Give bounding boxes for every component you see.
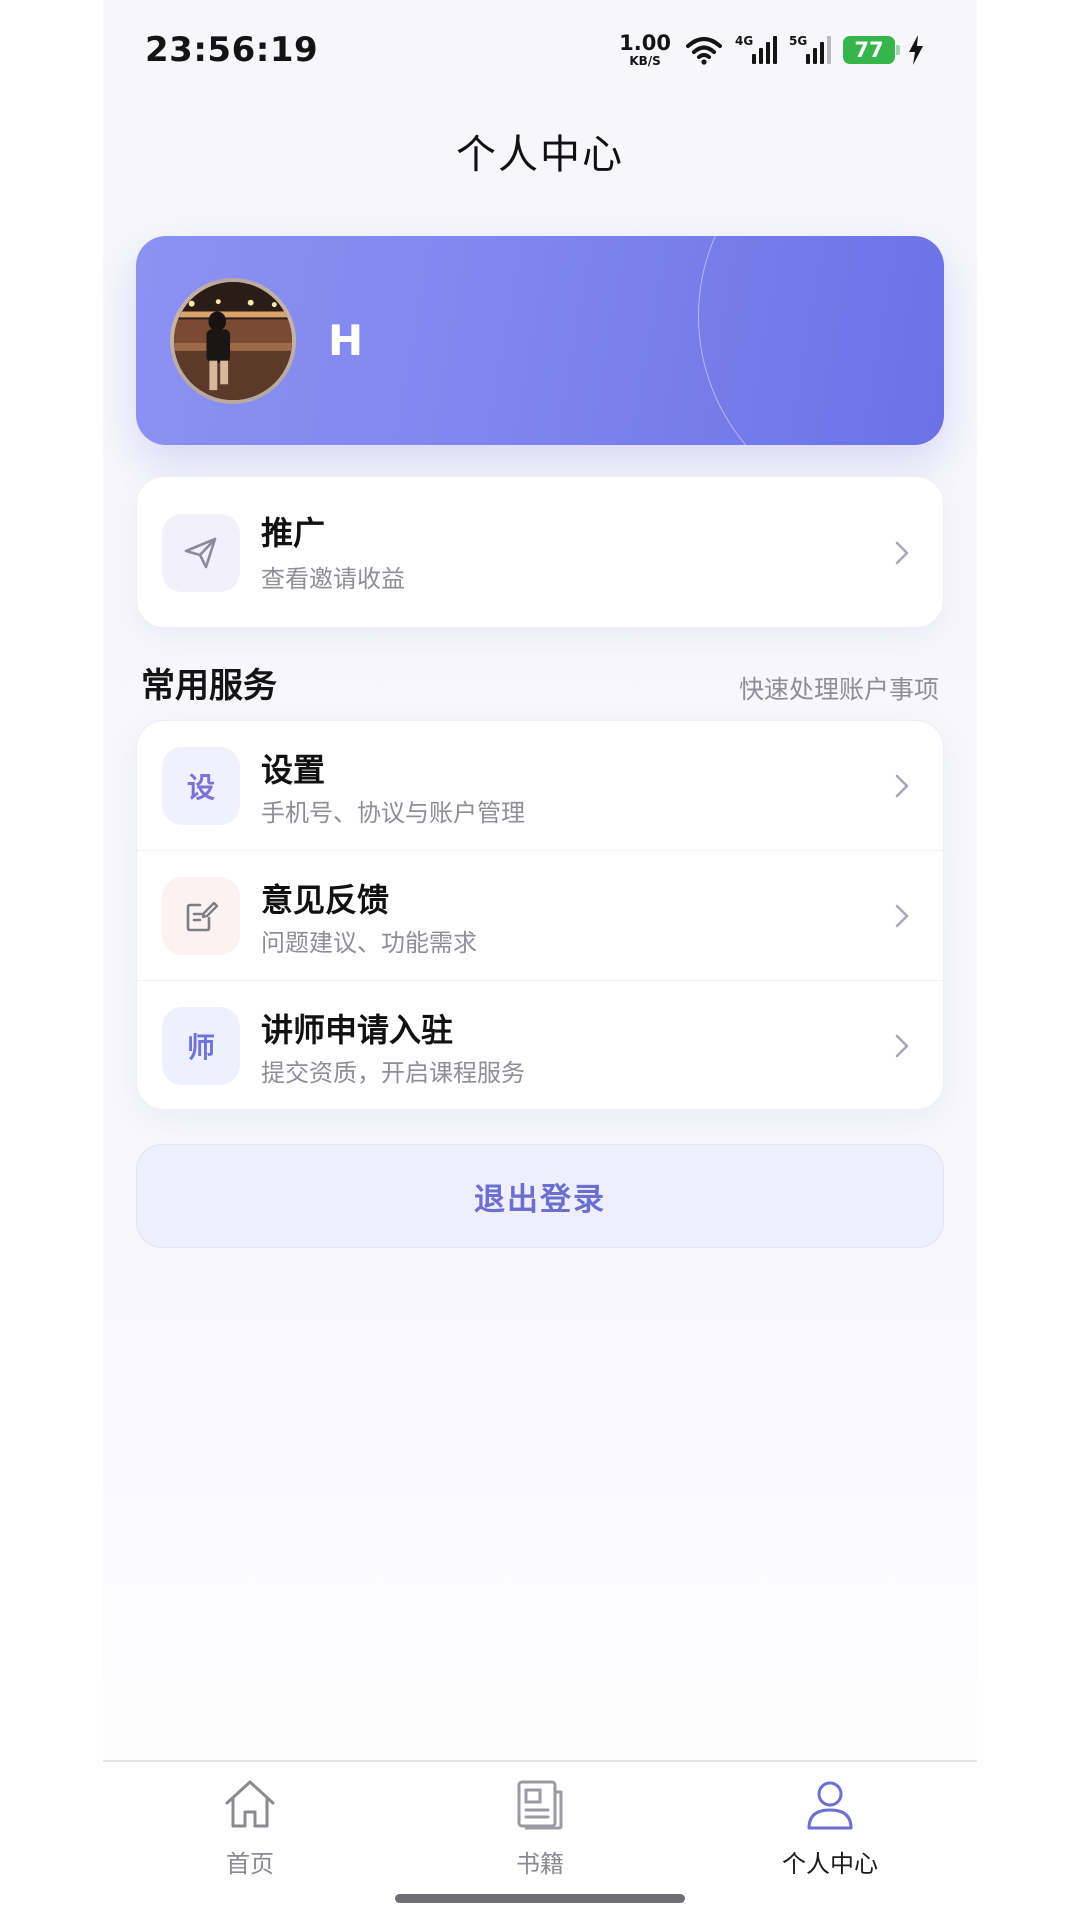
- promotion-title: 推广: [261, 514, 326, 552]
- logout-button[interactable]: 退出登录: [136, 1144, 944, 1248]
- service-item-title: 讲师申请入驻: [261, 1011, 454, 1049]
- services-card: 设 设置 手机号、协议与账户管理 意见反馈 问题建议、功能需求 师 讲师申请入驻…: [136, 720, 945, 1111]
- tab-books[interactable]: 书籍: [450, 1776, 630, 1886]
- network-speed-value: 1.00: [619, 31, 671, 55]
- chevron-right-icon: [895, 1034, 909, 1058]
- service-item-instructor-apply[interactable]: 师 讲师申请入驻 提交资质，开启课程服务: [137, 981, 945, 1111]
- service-item-subtitle: 问题建议、功能需求: [261, 929, 477, 957]
- chevron-right-icon: [895, 774, 909, 798]
- service-item-subtitle: 手机号、协议与账户管理: [261, 799, 525, 827]
- paper-plane-icon: [162, 514, 240, 592]
- promotion-card[interactable]: 推广 查看邀请收益: [136, 476, 944, 628]
- instructor-icon: 师: [162, 1007, 240, 1085]
- service-item-settings[interactable]: 设 设置 手机号、协议与账户管理: [137, 721, 945, 851]
- service-item-subtitle: 提交资质，开启课程服务: [261, 1059, 525, 1087]
- status-time: 23:56:19: [145, 30, 319, 70]
- promotion-subtitle: 查看邀请收益: [261, 565, 405, 593]
- battery-level: 77: [854, 38, 884, 62]
- battery-icon: 77: [843, 36, 900, 64]
- promotion-row[interactable]: 推广 查看邀请收益: [137, 488, 945, 618]
- charging-bolt-icon: [909, 35, 923, 65]
- tab-label: 个人中心: [782, 1850, 878, 1878]
- signal-5g-label: 5G: [789, 34, 808, 48]
- tab-profile[interactable]: 个人中心: [740, 1776, 920, 1886]
- avatar[interactable]: [170, 278, 296, 404]
- cellular-signal-4g-icon: 4G: [735, 34, 777, 66]
- tab-label: 书籍: [516, 1850, 564, 1878]
- chevron-right-icon: [895, 541, 909, 565]
- settings-icon: 设: [162, 747, 240, 825]
- status-indicators: 1.00 KB/S 4G 5G 77: [619, 30, 925, 70]
- profile-page: 23:56:19 1.00 KB/S 4G 5G 77 个人中心 H 推广 查看…: [103, 0, 977, 1920]
- signal-4g-label: 4G: [735, 34, 754, 48]
- home-indicator[interactable]: [395, 1894, 685, 1903]
- service-item-title: 意见反馈: [261, 881, 390, 919]
- avatar-photo: [174, 282, 292, 400]
- status-bar: 23:56:19 1.00 KB/S 4G 5G 77: [103, 0, 977, 100]
- page-title: 个人中心: [456, 132, 624, 178]
- network-speed: 1.00 KB/S: [619, 31, 671, 68]
- profile-card[interactable]: H: [136, 236, 944, 445]
- service-item-title: 设置: [261, 751, 326, 789]
- chevron-right-icon: [895, 904, 909, 928]
- section-title: 常用服务: [141, 666, 277, 706]
- book-icon: [517, 1780, 563, 1830]
- edit-note-icon: [162, 877, 240, 955]
- profile-name: H: [328, 316, 364, 365]
- tab-home[interactable]: 首页: [160, 1776, 340, 1886]
- network-speed-unit: KB/S: [629, 54, 661, 68]
- tab-label: 首页: [226, 1850, 274, 1878]
- user-icon: [807, 1781, 853, 1830]
- cellular-signal-5g-icon: 5G: [789, 34, 831, 66]
- section-hint: 快速处理账户事项: [738, 675, 939, 704]
- decorative-circle: [698, 236, 944, 445]
- service-item-feedback[interactable]: 意见反馈 问题建议、功能需求: [137, 851, 945, 981]
- wifi-icon: [686, 37, 722, 65]
- home-icon: [225, 1780, 275, 1828]
